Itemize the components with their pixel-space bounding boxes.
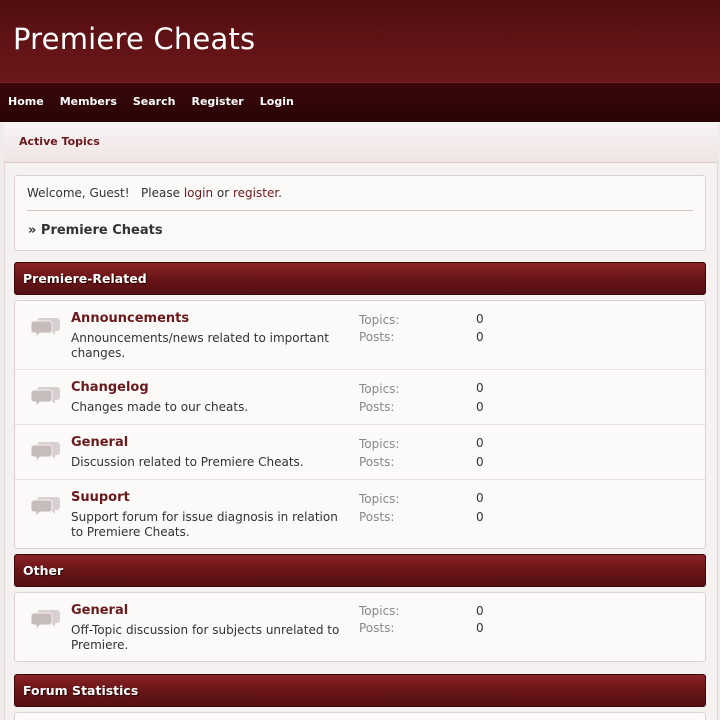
forum-row: Changelog Changes made to our cheats. To…: [15, 370, 705, 425]
breadcrumb[interactable]: » Premiere Cheats: [28, 223, 163, 238]
subnav: Active Topics: [4, 122, 718, 163]
nav-login[interactable]: Login: [252, 83, 302, 121]
posts-count: 0: [476, 510, 484, 524]
forum-name[interactable]: General: [71, 603, 128, 618]
nav-home[interactable]: Home: [0, 83, 52, 121]
site-title[interactable]: Premiere Cheats: [13, 22, 255, 56]
welcome-or: or: [216, 186, 230, 200]
forum-row: Announcements Announcements/news related…: [15, 301, 705, 370]
forum-list-other: General Off-Topic discussion for subject…: [14, 592, 706, 662]
forum-description: Announcements/news related to important …: [71, 331, 329, 360]
speech-bubbles-icon: [31, 610, 60, 629]
welcome-message: Welcome, Guest! Please login or register…: [27, 186, 282, 200]
nav-search[interactable]: Search: [125, 83, 184, 121]
category-title[interactable]: Other: [23, 563, 63, 578]
topics-count: 0: [476, 312, 484, 326]
topics-label: Topics:: [359, 382, 400, 396]
forum-name[interactable]: Announcements: [71, 311, 189, 326]
forum-row: General Off-Topic discussion for subject…: [15, 593, 705, 661]
welcome-please: Please: [141, 186, 180, 200]
category-header-other[interactable]: Other: [14, 554, 706, 587]
forum-name[interactable]: General: [71, 435, 128, 450]
posts-count: 0: [476, 400, 484, 414]
posts-label: Posts:: [359, 400, 395, 414]
forum-row: Suuport Support forum for issue diagnosi…: [15, 480, 705, 549]
welcome-period: .: [278, 186, 282, 200]
topics-count: 0: [476, 491, 484, 505]
topics-label: Topics:: [359, 492, 400, 506]
welcome-box: Welcome, Guest! Please login or register…: [14, 175, 706, 251]
main-nav: Home Members Search Register Login: [0, 82, 720, 122]
posts-count: 0: [476, 621, 484, 635]
topics-label: Topics:: [359, 313, 400, 327]
speech-bubbles-icon: [31, 387, 60, 406]
welcome-greeting: Welcome, Guest!: [27, 186, 130, 200]
topics-count: 0: [476, 436, 484, 450]
posts-count: 0: [476, 330, 484, 344]
category-title[interactable]: Premiere-Related: [23, 271, 147, 286]
posts-label: Posts:: [359, 510, 395, 524]
speech-bubbles-icon: [31, 497, 60, 516]
posts-label: Posts:: [359, 330, 395, 344]
forum-statistics-panel: [14, 712, 706, 720]
forum-description: Support forum for issue diagnosis in rel…: [71, 510, 338, 539]
nav-members[interactable]: Members: [52, 83, 125, 121]
speech-bubbles-icon: [31, 318, 60, 337]
category-header-forum-statistics[interactable]: Forum Statistics: [14, 674, 706, 707]
register-link[interactable]: register: [233, 186, 278, 200]
forum-description: Discussion related to Premiere Cheats.: [71, 455, 304, 469]
posts-count: 0: [476, 455, 484, 469]
site-header: Premiere Cheats: [0, 0, 720, 82]
forum-name[interactable]: Changelog: [71, 380, 149, 395]
topics-label: Topics:: [359, 437, 400, 451]
topics-label: Topics:: [359, 604, 400, 618]
category-title[interactable]: Forum Statistics: [23, 683, 138, 698]
topics-count: 0: [476, 381, 484, 395]
category-header-premiere-related[interactable]: Premiere-Related: [14, 262, 706, 295]
login-link[interactable]: login: [184, 186, 213, 200]
forum-name[interactable]: Suuport: [71, 490, 130, 505]
posts-label: Posts:: [359, 621, 395, 635]
speech-bubbles-icon: [31, 442, 60, 461]
forum-description: Changes made to our cheats.: [71, 400, 249, 414]
forum-list-premiere-related: Announcements Announcements/news related…: [14, 300, 706, 549]
divider: [27, 210, 693, 211]
posts-label: Posts:: [359, 455, 395, 469]
nav-register[interactable]: Register: [183, 83, 251, 121]
forum-row: General Discussion related to Premiere C…: [15, 425, 705, 480]
active-topics-link[interactable]: Active Topics: [19, 135, 100, 148]
topics-count: 0: [476, 604, 484, 618]
forum-description: Off-Topic discussion for subjects unrela…: [71, 623, 340, 652]
